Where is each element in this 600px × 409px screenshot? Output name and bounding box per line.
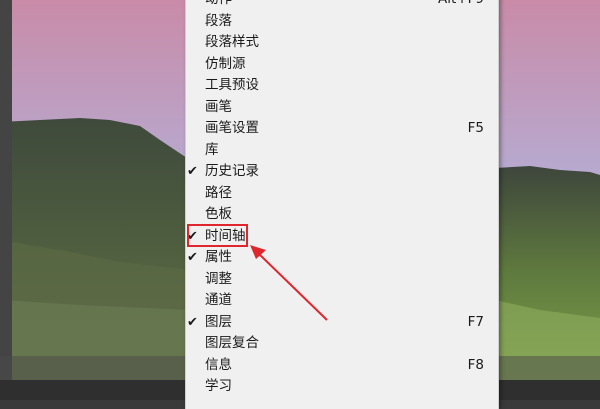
- menu-item-brush-settings[interactable]: 画笔设置 F5: [186, 118, 498, 140]
- menu-item-channels[interactable]: 通道: [186, 290, 498, 312]
- menu-item-actions[interactable]: 动作Alt+F9: [186, 0, 498, 11]
- menu-item-layers[interactable]: ✔ 图层 F7: [186, 312, 498, 334]
- menu-item-properties[interactable]: ✔ 属性: [186, 247, 498, 269]
- menu-item-layer-comps[interactable]: 图层复合: [186, 333, 498, 355]
- menu-item-libraries[interactable]: 库: [186, 140, 498, 162]
- checkmark-icon: ✔: [187, 314, 198, 330]
- menu-item-swatches[interactable]: 色板: [186, 204, 498, 226]
- highlight-box: [187, 224, 248, 247]
- menu-item-clone-source[interactable]: 仿制源: [186, 54, 498, 76]
- menu-item-paragraph[interactable]: 段落: [186, 11, 498, 33]
- menu-item-info[interactable]: 信息 F8: [186, 355, 498, 377]
- menu-item-learn[interactable]: 学习: [186, 376, 498, 398]
- menu-item-paths[interactable]: 路径: [186, 183, 498, 205]
- menu-item-history[interactable]: ✔ 历史记录: [186, 161, 498, 183]
- menu-item-paragraph-styles[interactable]: 段落样式: [186, 32, 498, 54]
- checkmark-icon: ✔: [187, 164, 198, 179]
- checkmark-icon: ✔: [187, 250, 198, 265]
- menu-item-adjustments[interactable]: 调整: [186, 269, 498, 291]
- menu-item-brushes[interactable]: 画笔: [186, 97, 498, 119]
- menu-item-tool-presets[interactable]: 工具预设: [186, 75, 498, 97]
- window-menu-dropdown: 动作Alt+F9 段落 段落样式 仿制源 工具预设 画笔 画笔设置F5 库 ✔历…: [185, 0, 499, 409]
